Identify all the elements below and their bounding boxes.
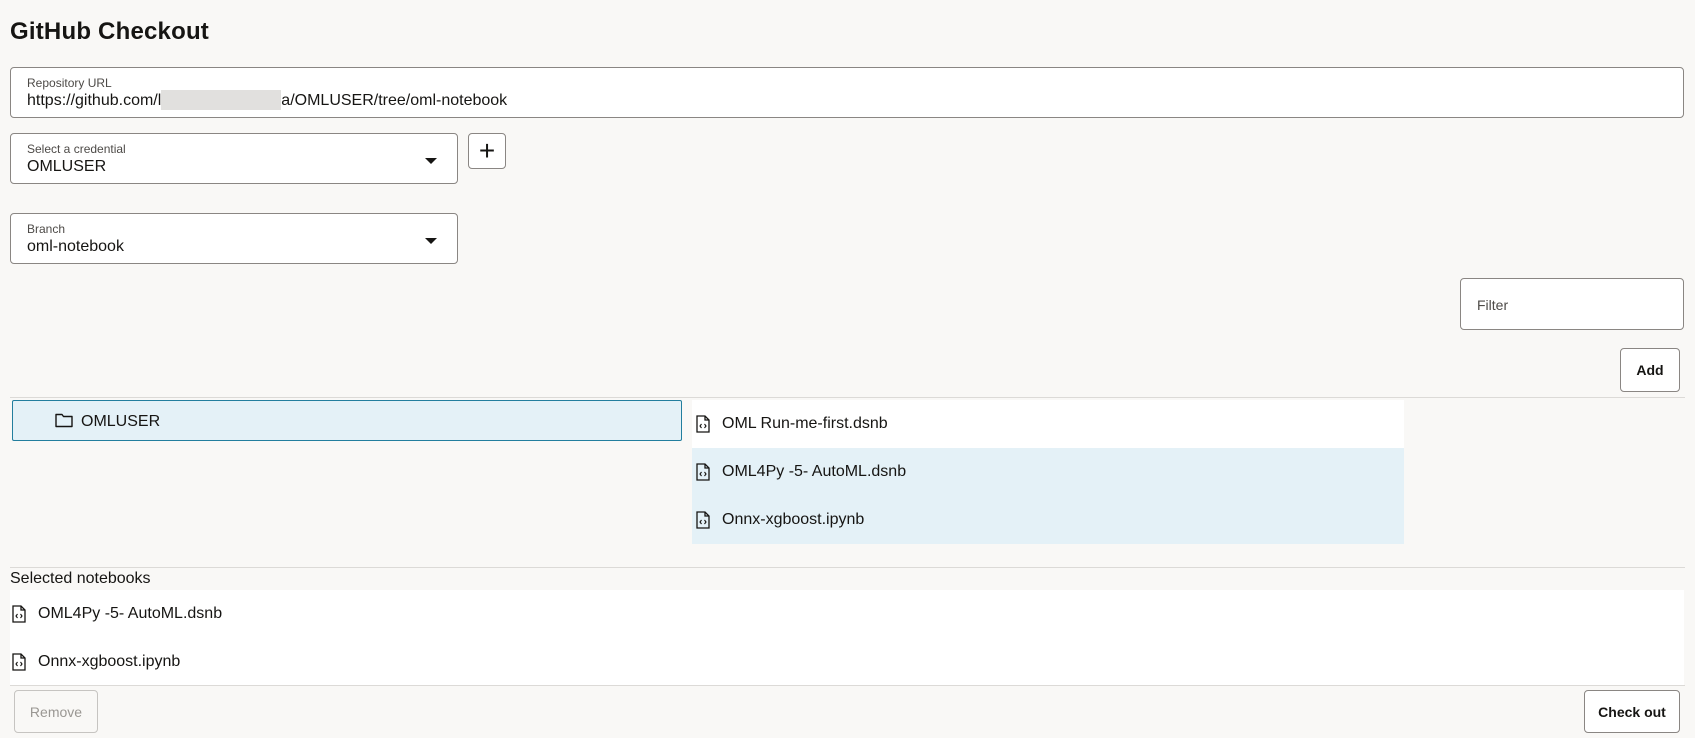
folder-icon — [55, 413, 73, 428]
page-title: GitHub Checkout — [10, 18, 209, 45]
file-name: OML4Py -5- AutoML.dsnb — [722, 463, 907, 480]
divider — [10, 397, 1685, 398]
selected-notebook-name: Onnx-xgboost.ipynb — [38, 653, 181, 670]
tree-folder-omluser[interactable]: OMLUSER — [12, 400, 682, 441]
redacted-region — [161, 90, 282, 110]
divider — [10, 567, 1685, 568]
repository-url-value[interactable]: https://github.com/l a/OMLUSER/tree/oml-n… — [27, 90, 507, 110]
selected-notebooks-label: Selected notebooks — [10, 570, 151, 587]
file-row[interactable]: Onnx-xgboost.ipynb — [692, 496, 1404, 544]
selected-notebook-name: OML4Py -5- AutoML.dsnb — [38, 605, 223, 622]
credential-value: OMLUSER — [27, 158, 107, 175]
file-name: Onnx-xgboost.ipynb — [722, 511, 865, 528]
check-out-button[interactable]: Check out — [1584, 690, 1680, 733]
repository-url-field[interactable]: Repository URL https://github.com/l a/OML… — [10, 67, 1684, 118]
file-row[interactable]: OML Run-me-first.dsnb — [692, 400, 1404, 448]
repository-url-label: Repository URL — [27, 76, 112, 90]
notebook-file-icon — [12, 653, 26, 671]
chevron-down-icon — [425, 158, 437, 164]
list-item[interactable]: OML4Py -5- AutoML.dsnb — [10, 590, 1684, 638]
branch-value: oml-notebook — [27, 238, 124, 255]
credential-select[interactable]: Select a credential OMLUSER — [10, 133, 458, 184]
notebook-file-icon — [696, 463, 710, 481]
notebook-file-icon — [696, 511, 710, 529]
filter-input[interactable]: Filter — [1460, 278, 1684, 330]
tree-folder-label: OMLUSER — [81, 413, 161, 430]
file-list: OML Run-me-first.dsnb OML4Py -5- AutoML.… — [692, 400, 1404, 544]
credential-label: Select a credential — [27, 142, 126, 156]
branch-select[interactable]: Branch oml-notebook — [10, 213, 458, 264]
file-name: OML Run-me-first.dsnb — [722, 415, 888, 432]
filter-placeholder: Filter — [1477, 297, 1509, 313]
notebook-file-icon — [12, 605, 26, 623]
chevron-down-icon — [425, 238, 437, 244]
add-credential-button[interactable]: + — [468, 133, 506, 169]
selected-notebooks-list: OML4Py -5- AutoML.dsnb Onnx-xgboost.ipyn… — [10, 590, 1684, 686]
divider — [10, 685, 1685, 686]
file-row[interactable]: OML4Py -5- AutoML.dsnb — [692, 448, 1404, 496]
notebook-file-icon — [696, 415, 710, 433]
remove-button[interactable]: Remove — [14, 690, 98, 733]
branch-label: Branch — [27, 222, 66, 236]
plus-icon: + — [478, 135, 496, 166]
list-item[interactable]: Onnx-xgboost.ipynb — [10, 638, 1684, 686]
add-button[interactable]: Add — [1620, 348, 1680, 392]
